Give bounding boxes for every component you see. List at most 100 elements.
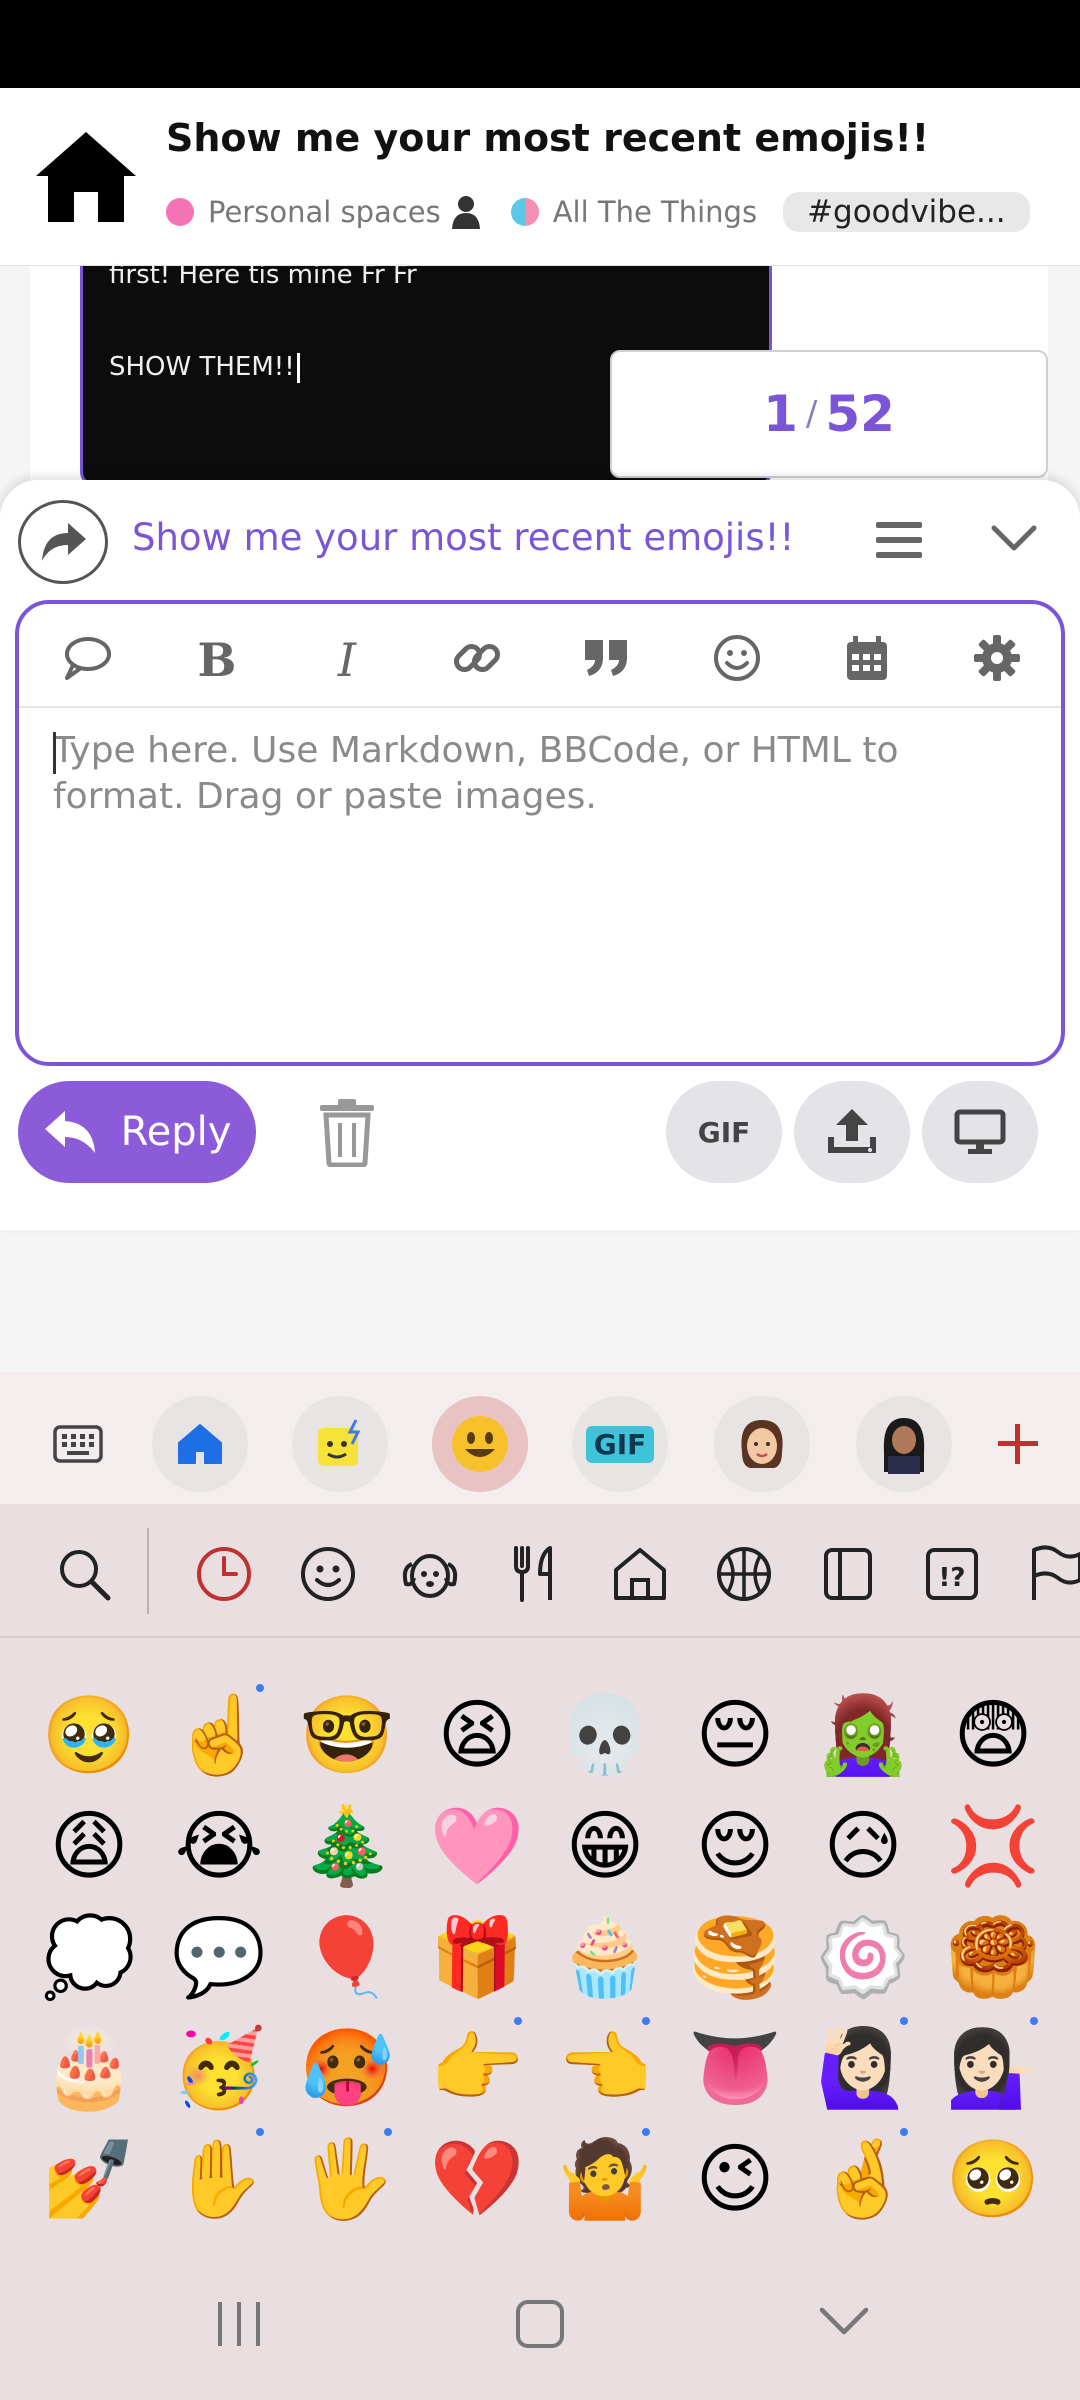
emoji-key[interactable]: 🥵 — [292, 2013, 402, 2123]
emoji-key[interactable]: 👅 — [680, 2013, 790, 2123]
emoji-key[interactable]: 💔 — [422, 2124, 532, 2234]
emoji-grid: 🥹 ☝️ 🤓 😫 💀 😔 🧟‍♀️ 😨 😩 😭 🎄 🩷 😁 😌 😥 💢 💭 💬 🎈 🎁 🧁 🥞 🍥 🥮 🎂 🥳 🥵 👉 👈 👅 🙋🏻‍♀️ 💁… — [0, 1638, 1080, 2230]
category-personal-spaces[interactable]: Personal spaces — [208, 195, 441, 229]
home-nav-icon[interactable] — [516, 2300, 564, 2348]
preview-toggle-button[interactable] — [922, 1081, 1038, 1183]
add-icon[interactable] — [970, 1396, 1066, 1492]
emoji-key[interactable]: 🧟‍♀️ — [808, 1680, 918, 1790]
emoji-key[interactable]: 😭 — [164, 1791, 274, 1901]
emoji-key[interactable]: 🥹 — [34, 1680, 144, 1790]
sticker-icon[interactable] — [292, 1396, 388, 1492]
flag-category-icon[interactable] — [1026, 1544, 1080, 1604]
object-category-icon[interactable] — [818, 1544, 878, 1604]
keyboard-icon[interactable] — [30, 1396, 126, 1492]
emoji-key[interactable]: 🎄 — [292, 1791, 402, 1901]
emoji-key[interactable]: 🤞 — [808, 2124, 918, 2234]
svg-text:B: B — [198, 633, 237, 684]
skin-tone-indicator — [514, 2017, 522, 2025]
composer-title: Show me your most recent emojis!! — [132, 516, 795, 559]
gif-button-label: GIF — [697, 1115, 751, 1149]
search-icon[interactable] — [54, 1544, 114, 1604]
emoji-key[interactable]: 🩷 — [422, 1791, 532, 1901]
emoji-tab-icon[interactable] — [432, 1396, 528, 1492]
emoji-key[interactable]: 🥮 — [938, 1902, 1048, 2012]
emoji-key[interactable]: 👈 — [550, 2013, 660, 2123]
hamburger-menu-icon[interactable] — [876, 520, 922, 560]
emoji-key[interactable]: 💬 — [164, 1902, 274, 2012]
smiley-icon[interactable] — [709, 630, 765, 686]
emoji-category-bar: !? — [0, 1504, 1080, 1638]
recent-apps-icon[interactable] — [214, 2300, 264, 2348]
calendar-icon[interactable] — [839, 630, 895, 686]
house-category-icon[interactable] — [610, 1544, 670, 1604]
speech-bubble-icon[interactable] — [59, 630, 115, 686]
avatar-sticker-1[interactable] — [714, 1396, 810, 1492]
category-color-dot — [166, 198, 194, 226]
reply-action-icon[interactable] — [18, 500, 108, 584]
gif-button[interactable]: GIF — [666, 1081, 782, 1183]
italic-icon[interactable]: I — [319, 630, 375, 686]
symbol-category-icon[interactable]: !? — [922, 1544, 982, 1604]
emoji-key[interactable]: 😨 — [938, 1680, 1048, 1790]
navigation-bar — [0, 2230, 1080, 2400]
topic-progress[interactable]: 1 / 52 — [610, 350, 1048, 478]
recent-clock-icon[interactable] — [194, 1544, 254, 1604]
reply-textarea[interactable]: Type here. Use Markdown, BBCode, or HTML… — [53, 728, 1013, 820]
gear-icon[interactable] — [969, 630, 1025, 686]
back-chevron-icon[interactable] — [818, 2304, 870, 2340]
emoji-key[interactable]: 🤷 — [550, 2124, 660, 2234]
emoji-key[interactable]: 🥞 — [680, 1902, 790, 2012]
emoji-key[interactable]: 💅 — [34, 2124, 144, 2234]
reply-button[interactable]: Reply — [18, 1081, 256, 1183]
emoji-key[interactable]: ✋ — [164, 2124, 274, 2234]
emoji-key[interactable]: 🥺 — [938, 2124, 1048, 2234]
skin-tone-indicator — [256, 1684, 264, 1692]
emoji-key[interactable]: 🙋🏻‍♀️ — [808, 2013, 918, 2123]
emoji-key[interactable]: 🍥 — [808, 1902, 918, 2012]
emoji-key[interactable]: 😁 — [550, 1791, 660, 1901]
emoji-key[interactable]: 🎂 — [34, 2013, 144, 2123]
emoji-key[interactable]: 💢 — [938, 1791, 1048, 1901]
chevron-down-icon[interactable] — [990, 522, 1038, 554]
emoji-key[interactable]: 💭 — [34, 1902, 144, 2012]
emoji-key[interactable]: 🥳 — [164, 2013, 274, 2123]
gif-tab-button[interactable]: GIF — [572, 1396, 668, 1492]
emoji-key[interactable]: 😫 — [422, 1680, 532, 1790]
upload-button[interactable] — [794, 1081, 910, 1183]
avatar-sticker-2[interactable] — [856, 1396, 952, 1492]
emoji-key[interactable]: 👉 — [422, 2013, 532, 2123]
bold-icon[interactable]: B — [189, 630, 245, 686]
food-category-icon[interactable] — [506, 1544, 566, 1604]
emoji-key[interactable]: 😥 — [808, 1791, 918, 1901]
emoji-key[interactable]: 💁🏻‍♀️ — [938, 2013, 1048, 2123]
emoji-key[interactable]: 🧁 — [550, 1902, 660, 2012]
emoji-key[interactable]: 🤓 — [292, 1680, 402, 1790]
text-caret — [296, 352, 300, 383]
emoji-key[interactable]: 🖐️ — [292, 2124, 402, 2234]
skin-tone-indicator — [900, 2017, 908, 2025]
home-tab-icon[interactable] — [152, 1396, 248, 1492]
trash-icon[interactable] — [318, 1097, 376, 1167]
reply-button-label: Reply — [120, 1109, 232, 1155]
post-text-line: SHOW THEM!! — [109, 352, 300, 383]
person-icon — [451, 196, 480, 229]
quote-icon[interactable] — [579, 630, 635, 686]
editor: B I Type here. Use Markdown, BBCode, or … — [15, 600, 1065, 1066]
category-row: Personal spaces All The Things #goodvibe… — [166, 192, 1030, 232]
tag-chip[interactable]: #goodvibe... — [783, 192, 1030, 232]
emoji-key[interactable]: 😔 — [680, 1680, 790, 1790]
ball-category-icon[interactable] — [714, 1544, 774, 1604]
emoji-key[interactable]: ☝️ — [164, 1680, 274, 1790]
animal-category-icon[interactable] — [400, 1544, 460, 1604]
category-all-the-things[interactable]: All The Things — [553, 195, 757, 229]
smiley-category-icon[interactable] — [298, 1544, 358, 1604]
emoji-key[interactable]: 😩 — [34, 1791, 144, 1901]
emoji-key[interactable]: 😌 — [680, 1791, 790, 1901]
topic-title[interactable]: Show me your most recent emojis!! — [166, 116, 929, 160]
emoji-key[interactable]: 😉 — [680, 2124, 790, 2234]
home-icon[interactable] — [30, 128, 142, 226]
link-icon[interactable] — [449, 630, 505, 686]
emoji-key[interactable]: 🎈 — [292, 1902, 402, 2012]
emoji-key[interactable]: 💀 — [550, 1680, 660, 1790]
emoji-key[interactable]: 🎁 — [422, 1902, 532, 2012]
